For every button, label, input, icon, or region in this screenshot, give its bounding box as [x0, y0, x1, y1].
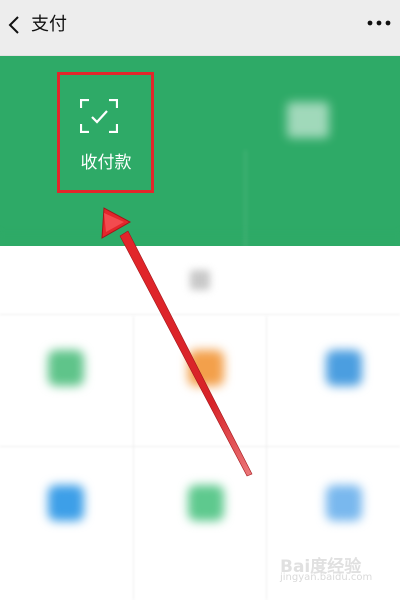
- back-button[interactable]: [2, 10, 28, 40]
- service-icon: [48, 350, 84, 386]
- grid-divider: [266, 316, 267, 600]
- balance-icon: [190, 270, 210, 290]
- title-bar: 支付: [0, 0, 400, 56]
- service-icon: [326, 485, 362, 521]
- watermark: Bai度经验 jingyan.baidu.com: [280, 552, 390, 588]
- service-icon: [48, 485, 84, 521]
- service-tile[interactable]: [150, 471, 260, 581]
- service-icon: [188, 485, 224, 521]
- chevron-left-icon: [8, 16, 19, 34]
- more-button[interactable]: [364, 12, 394, 38]
- panel-divider: [245, 150, 246, 250]
- more-dots-icon: [367, 20, 391, 26]
- service-tile[interactable]: [10, 336, 120, 446]
- service-tile[interactable]: [10, 471, 120, 581]
- highlight-box: [57, 72, 154, 193]
- balance-row[interactable]: [0, 256, 400, 306]
- grid-divider: [0, 314, 400, 315]
- service-tile[interactable]: [150, 336, 260, 446]
- service-icon: [326, 350, 362, 386]
- service-tile[interactable]: [288, 336, 398, 446]
- service-icon: [188, 350, 224, 386]
- wallet-button[interactable]: [265, 90, 355, 200]
- wallet-icon: [287, 102, 329, 138]
- page-title: 支付: [31, 14, 67, 35]
- services-area: [0, 246, 400, 600]
- grid-divider: [133, 316, 134, 600]
- watermark-url: jingyan.baidu.com: [280, 572, 373, 583]
- grid-divider: [0, 446, 400, 447]
